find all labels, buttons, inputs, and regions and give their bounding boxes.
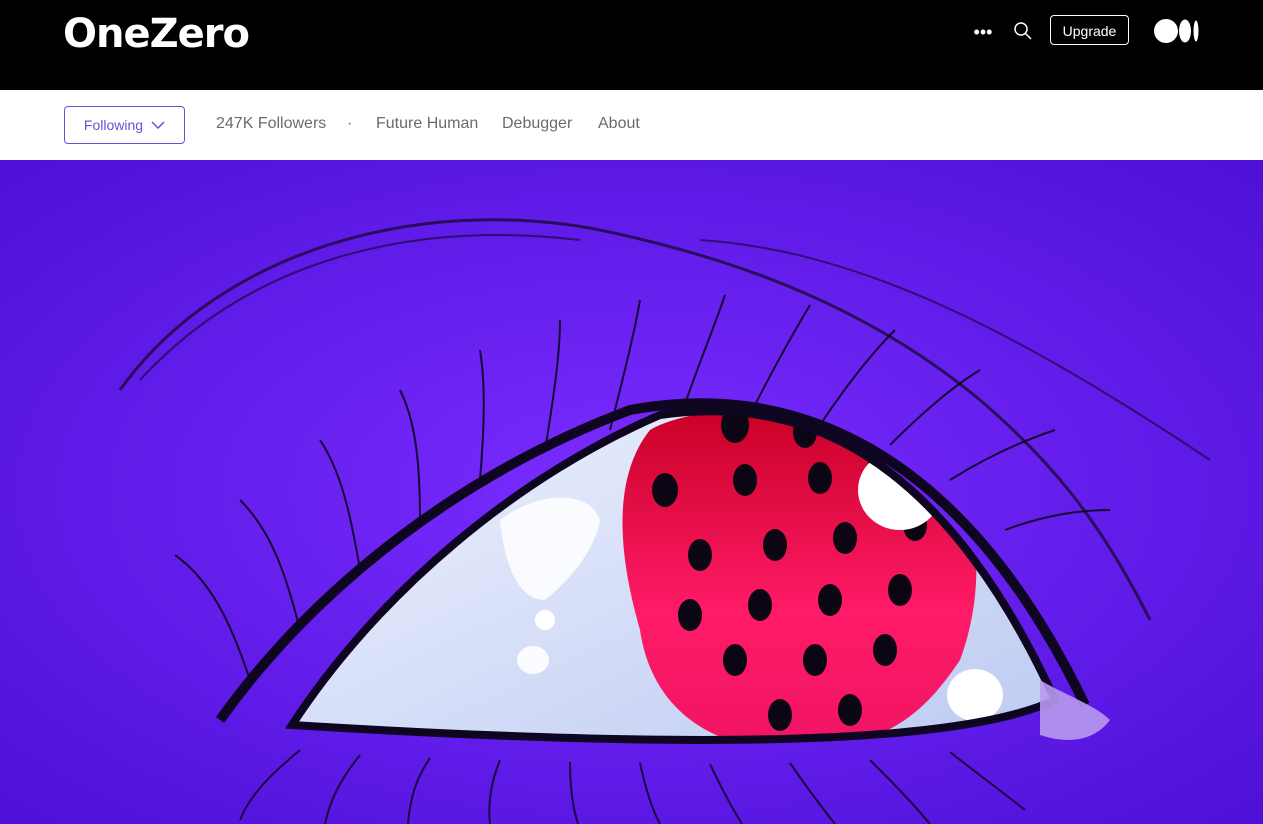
publication-nav: Following 247K Followers · Future Human …	[0, 90, 1263, 160]
following-button[interactable]: Following	[64, 106, 185, 144]
medium-logo-icon[interactable]	[1154, 18, 1200, 44]
nav-separator: ·	[347, 115, 353, 132]
upgrade-button[interactable]: Upgrade	[1050, 15, 1129, 45]
nav-link-debugger[interactable]: Debugger	[502, 114, 572, 134]
following-label: Following	[83, 117, 144, 133]
followers-count[interactable]: 247K Followers	[216, 114, 326, 134]
nav-link-about[interactable]: About	[598, 114, 640, 134]
nav-link-future-human[interactable]: Future Human	[376, 114, 478, 134]
publication-logo[interactable]: OneZero	[63, 10, 250, 58]
eye-illustration	[0, 160, 1263, 824]
top-bar: OneZero ••• Upgrade	[0, 0, 1263, 90]
hero-image	[0, 160, 1263, 824]
more-icon[interactable]: •••	[972, 22, 994, 42]
chevron-down-icon	[151, 121, 165, 130]
search-icon[interactable]	[1013, 21, 1033, 41]
